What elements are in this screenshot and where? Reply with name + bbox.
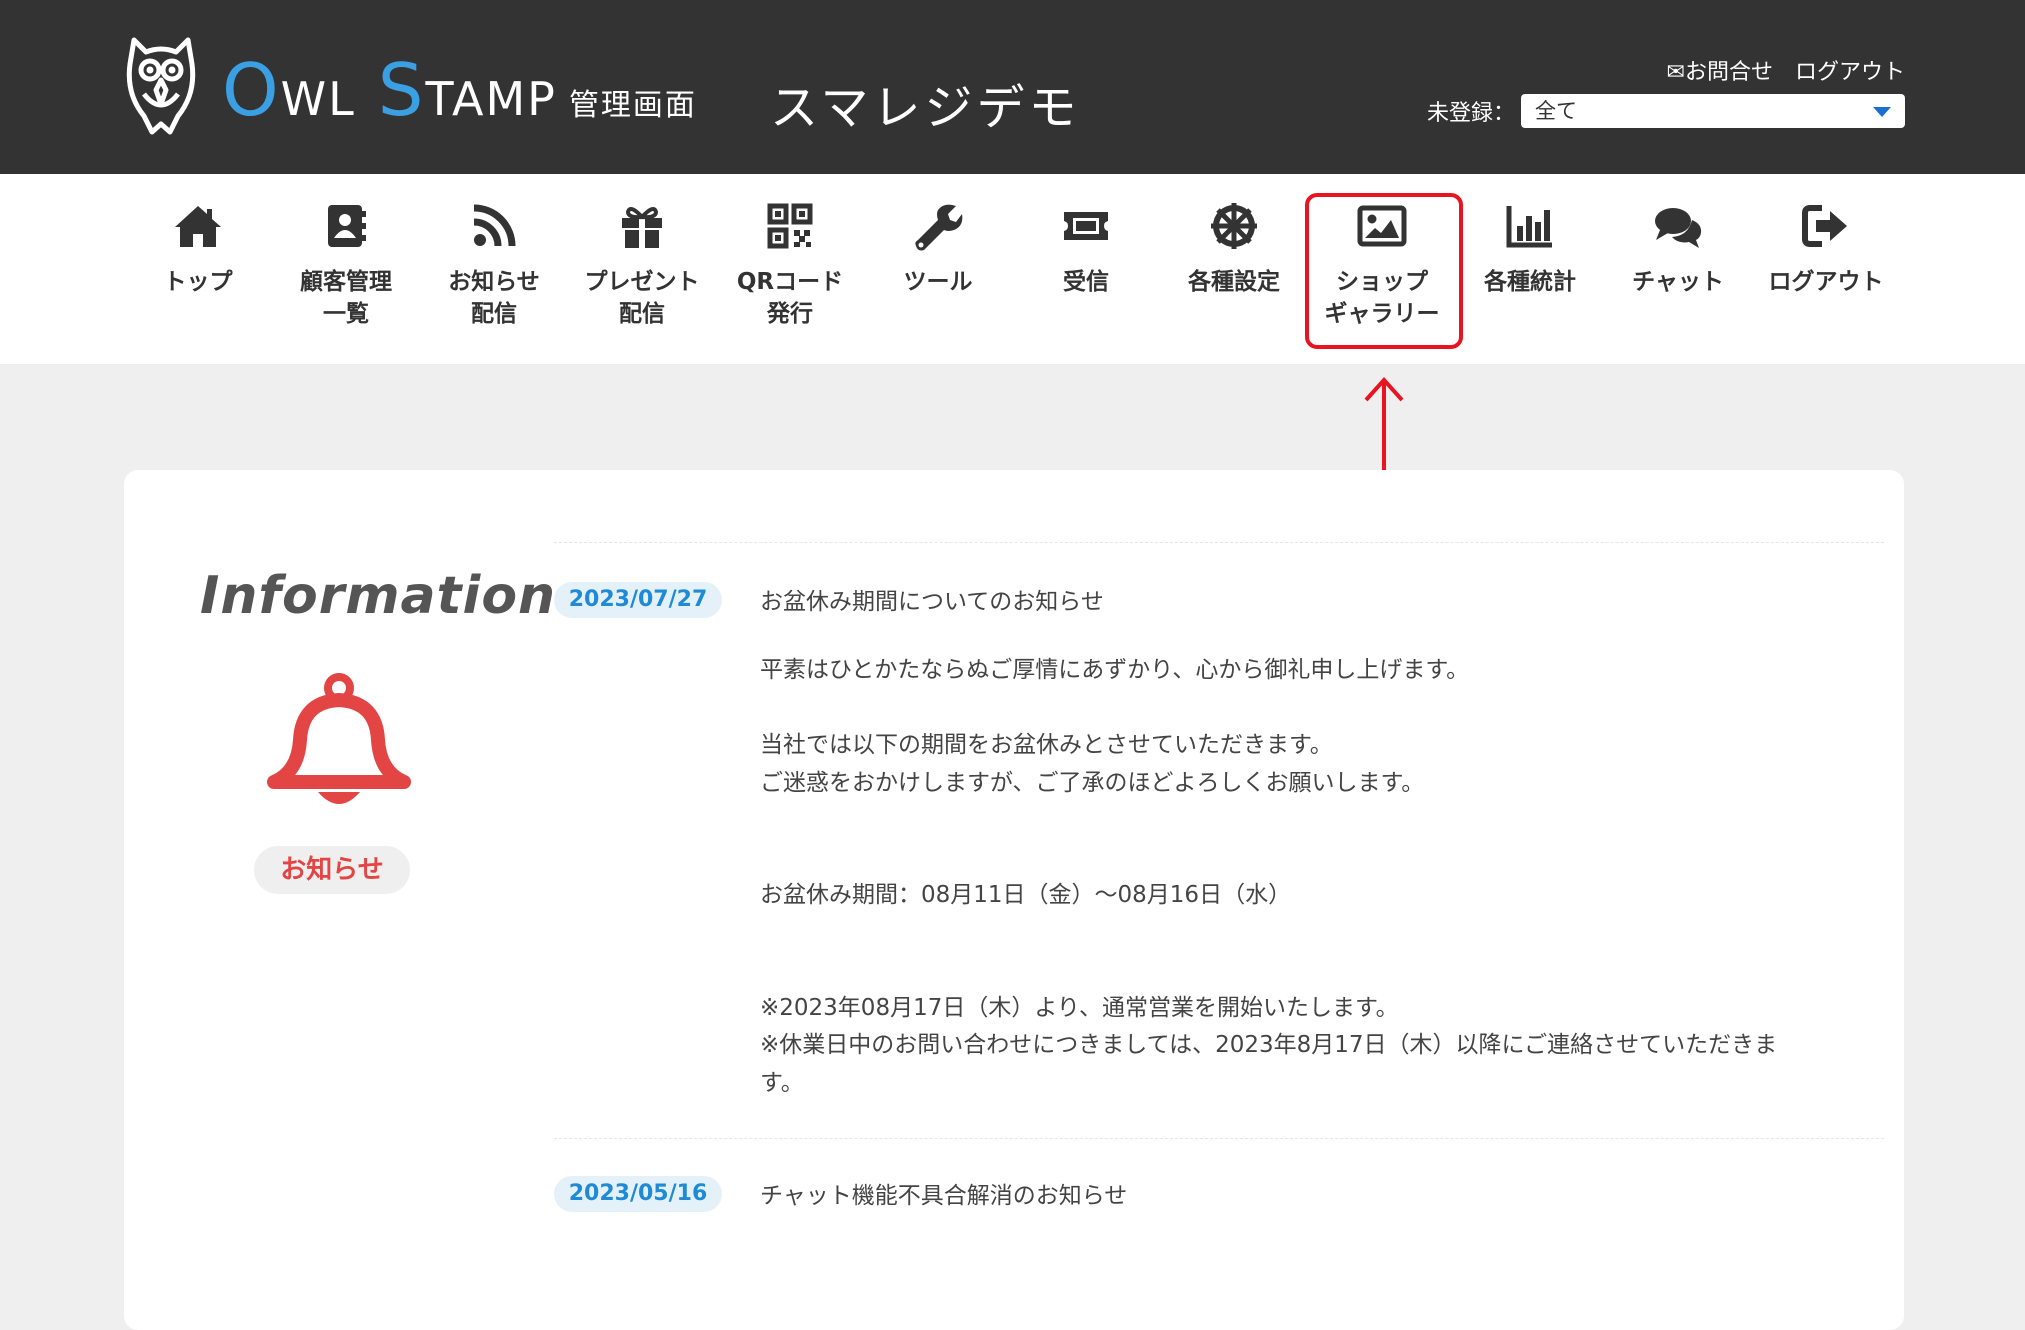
shop-name: スマレジデモ [770, 80, 1081, 136]
nav-label: お知らせ 配信 [448, 269, 540, 327]
news-body-line: す。 [760, 1069, 804, 1096]
news-body-line: ※2023年08月17日（木）より、通常営業を開始いたします。 [760, 994, 1399, 1021]
sign-out-icon [1802, 205, 1847, 247]
nav-label: 受信 [1063, 269, 1109, 295]
news-title[interactable]: チャット機能不具合解消のお知らせ [760, 1176, 1127, 1210]
app-header: O WL S TAMP 管理画面 スマレジデモ ✉お問合せ ログアウト 未登録：… [0, 0, 2025, 174]
nav-label: トップ [163, 269, 233, 295]
news-body-line: ※休業日中のお問い合わせにつきましては、2023年8月17日（木）以降にご連絡さ… [760, 1032, 1778, 1058]
nav-label: プレゼント 配信 [584, 269, 700, 327]
ticket-icon [1064, 212, 1108, 240]
filter-select[interactable]: 全て [1521, 94, 1905, 128]
chevron-down-icon [1873, 107, 1891, 117]
nav-item-statistics[interactable]: 各種統計 [1460, 200, 1600, 298]
nav-item-settings[interactable]: 各種設定 [1164, 200, 1304, 298]
nav-label: 顧客管理 一覧 [300, 269, 392, 327]
nav-item-tools[interactable]: ツール [868, 200, 1008, 298]
brand-text-tamp: TAMP [425, 72, 557, 126]
news-body-line [760, 802, 1900, 840]
news-body-line: ご迷惑をおかけしますが、ご了承のほどよろしくお願いします。 [760, 769, 1425, 796]
nav-label: チャット [1632, 269, 1724, 295]
unregistered-filter: 未登録： 全て [1427, 94, 1905, 128]
nav-item-chat[interactable]: チャット [1608, 200, 1748, 298]
header-logout-link[interactable]: ログアウト [1795, 54, 1905, 86]
nav-item-present-delivery[interactable]: プレゼント 配信 [572, 200, 712, 330]
wrench-icon [915, 204, 963, 251]
filter-value: 全て [1535, 99, 1577, 123]
settings-wheel-icon [1211, 203, 1257, 249]
address-book-icon [328, 205, 366, 247]
news-body-line [760, 915, 1900, 953]
notice-badge: お知らせ [254, 846, 410, 894]
nav-item-qr-code[interactable]: QRコード 発行 [720, 200, 860, 330]
qr-code-icon [767, 203, 813, 249]
information-card: Information お知らせ 2023/07/27 お盆休み期間についてのお… [124, 470, 1904, 1330]
chat-icon [1655, 208, 1702, 248]
brand-name[interactable]: O WL S TAMP 管理画面 [222, 50, 697, 130]
bell-icon [267, 673, 411, 804]
news-body-line: 当社では以下の期間をお盆休みとさせていただきます。 [760, 732, 1333, 758]
divider [554, 1138, 1884, 1139]
contact-link[interactable]: ✉お問合せ [1667, 54, 1773, 86]
bar-chart-icon [1506, 206, 1552, 248]
nav-item-receive[interactable]: 受信 [1016, 200, 1156, 298]
nav-item-top[interactable]: トップ [128, 200, 268, 298]
owl-logo-icon[interactable] [124, 34, 198, 138]
news-date: 2023/05/16 [554, 1176, 722, 1212]
news-title[interactable]: お盆休み期間についてのお知らせ [760, 582, 1104, 616]
nav-label: 各種設定 [1188, 269, 1280, 295]
gift-icon [622, 206, 662, 248]
nav-label: ログアウト [1768, 269, 1884, 295]
news-body-line: お盆休み期間：08月11日（金）〜08月16日（水） [760, 882, 1292, 908]
nav-item-logout[interactable]: ログアウト [1756, 200, 1896, 298]
nav-label: QRコード 発行 [736, 269, 844, 327]
nav-label: ツール [903, 269, 973, 295]
news-body-line [760, 952, 1900, 990]
home-icon [175, 206, 221, 247]
header-links: ✉お問合せ ログアウト [1667, 54, 1905, 86]
nav-item-notice-delivery[interactable]: お知らせ 配信 [424, 200, 564, 330]
main-nav: トップ 顧客管理 一覧 お知らせ 配信 プレゼント 配信 QRコード 発行 ツー… [0, 174, 2025, 364]
brand-letter-s: S [377, 48, 426, 132]
brand-letter-o: O [222, 48, 281, 132]
news-body-line [760, 840, 1900, 878]
news-body-line [760, 690, 1900, 728]
shop-gallery-highlight [1305, 193, 1463, 349]
news-body: 平素はひとかたならぬご厚情にあずかり、心から御礼申し上げます。 当社では以下の期… [760, 652, 1900, 1102]
information-title: Information [200, 566, 557, 626]
nav-item-customers[interactable]: 顧客管理 一覧 [276, 200, 416, 330]
brand-text-wl: WL [280, 72, 356, 126]
rss-icon [473, 204, 516, 247]
filter-label: 未登録： [1426, 101, 1515, 126]
brand-subtitle: 管理画面 [568, 88, 697, 123]
news-body-line: 平素はひとかたならぬご厚情にあずかり、心から御礼申し上げます。 [760, 657, 1470, 683]
news-date: 2023/07/27 [554, 582, 722, 618]
nav-label: 各種統計 [1484, 269, 1576, 295]
divider [554, 542, 1884, 543]
